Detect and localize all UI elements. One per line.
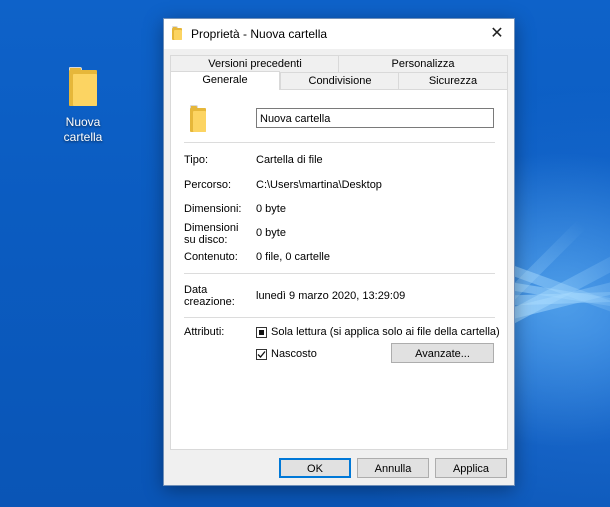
- tab-condivisione[interactable]: Condivisione: [280, 72, 400, 90]
- window-title: Proprietà - Nuova cartella: [191, 27, 328, 41]
- close-icon: ✕: [490, 25, 504, 42]
- tipo-label: Tipo:: [184, 154, 209, 166]
- separator: [184, 142, 495, 143]
- folder-icon: [190, 105, 206, 132]
- dimensioni-su-disco-label: Dimensioni su disco:: [184, 222, 239, 246]
- folder-icon: [172, 26, 182, 40]
- ok-button[interactable]: OK: [279, 458, 351, 478]
- tab-generale[interactable]: Generale: [170, 71, 280, 90]
- tab-sicurezza[interactable]: Sicurezza: [398, 72, 508, 90]
- avanzate-button[interactable]: Avanzate...: [391, 343, 494, 363]
- title-bar[interactable]: Proprietà - Nuova cartella ✕: [164, 19, 514, 49]
- properties-dialog: Proprietà - Nuova cartella ✕ Versioni pr…: [163, 18, 515, 486]
- separator: [184, 317, 495, 318]
- nascosto-checkbox[interactable]: [256, 349, 267, 360]
- percorso-value: C:\Users\martina\Desktop: [256, 179, 382, 191]
- folder-name-input[interactable]: Nuova cartella: [256, 108, 494, 128]
- contenuto-value: 0 file, 0 cartelle: [256, 251, 330, 263]
- attributi-label: Attributi:: [184, 326, 225, 338]
- data-creazione-value: lunedì 9 marzo 2020, 13:29:09: [256, 290, 406, 302]
- nascosto-label[interactable]: Nascosto: [271, 348, 317, 360]
- desktop-folder-icon-nuova-cartella[interactable]: Nuova cartella: [52, 67, 114, 145]
- sola-lettura-label[interactable]: Sola lettura (si applica solo ai file de…: [271, 326, 500, 338]
- separator: [184, 273, 495, 274]
- close-button[interactable]: ✕: [480, 19, 514, 49]
- checkmark-icon: [257, 351, 266, 358]
- cancel-button[interactable]: Annulla: [357, 458, 429, 478]
- tipo-value: Cartella di file: [256, 154, 323, 166]
- general-tab-panel: Nuova cartella Tipo: Cartella di file Pe…: [170, 89, 508, 450]
- tab-strip: Versioni precedenti Personalizza Condivi…: [170, 55, 508, 91]
- sola-lettura-checkbox[interactable]: [256, 327, 267, 338]
- dimensioni-su-disco-value: 0 byte: [256, 227, 286, 239]
- percorso-label: Percorso:: [184, 179, 232, 191]
- apply-button[interactable]: Applica: [435, 458, 507, 478]
- dimensioni-value: 0 byte: [256, 203, 286, 215]
- dimensioni-label: Dimensioni:: [184, 203, 242, 215]
- contenuto-label: Contenuto:: [184, 251, 238, 263]
- tab-personalizza[interactable]: Personalizza: [338, 55, 508, 73]
- indeterminate-icon: [259, 330, 264, 335]
- data-creazione-label: Data creazione:: [184, 284, 235, 308]
- desktop-folder-label: Nuova cartella: [63, 115, 103, 144]
- folder-icon: [69, 67, 97, 106]
